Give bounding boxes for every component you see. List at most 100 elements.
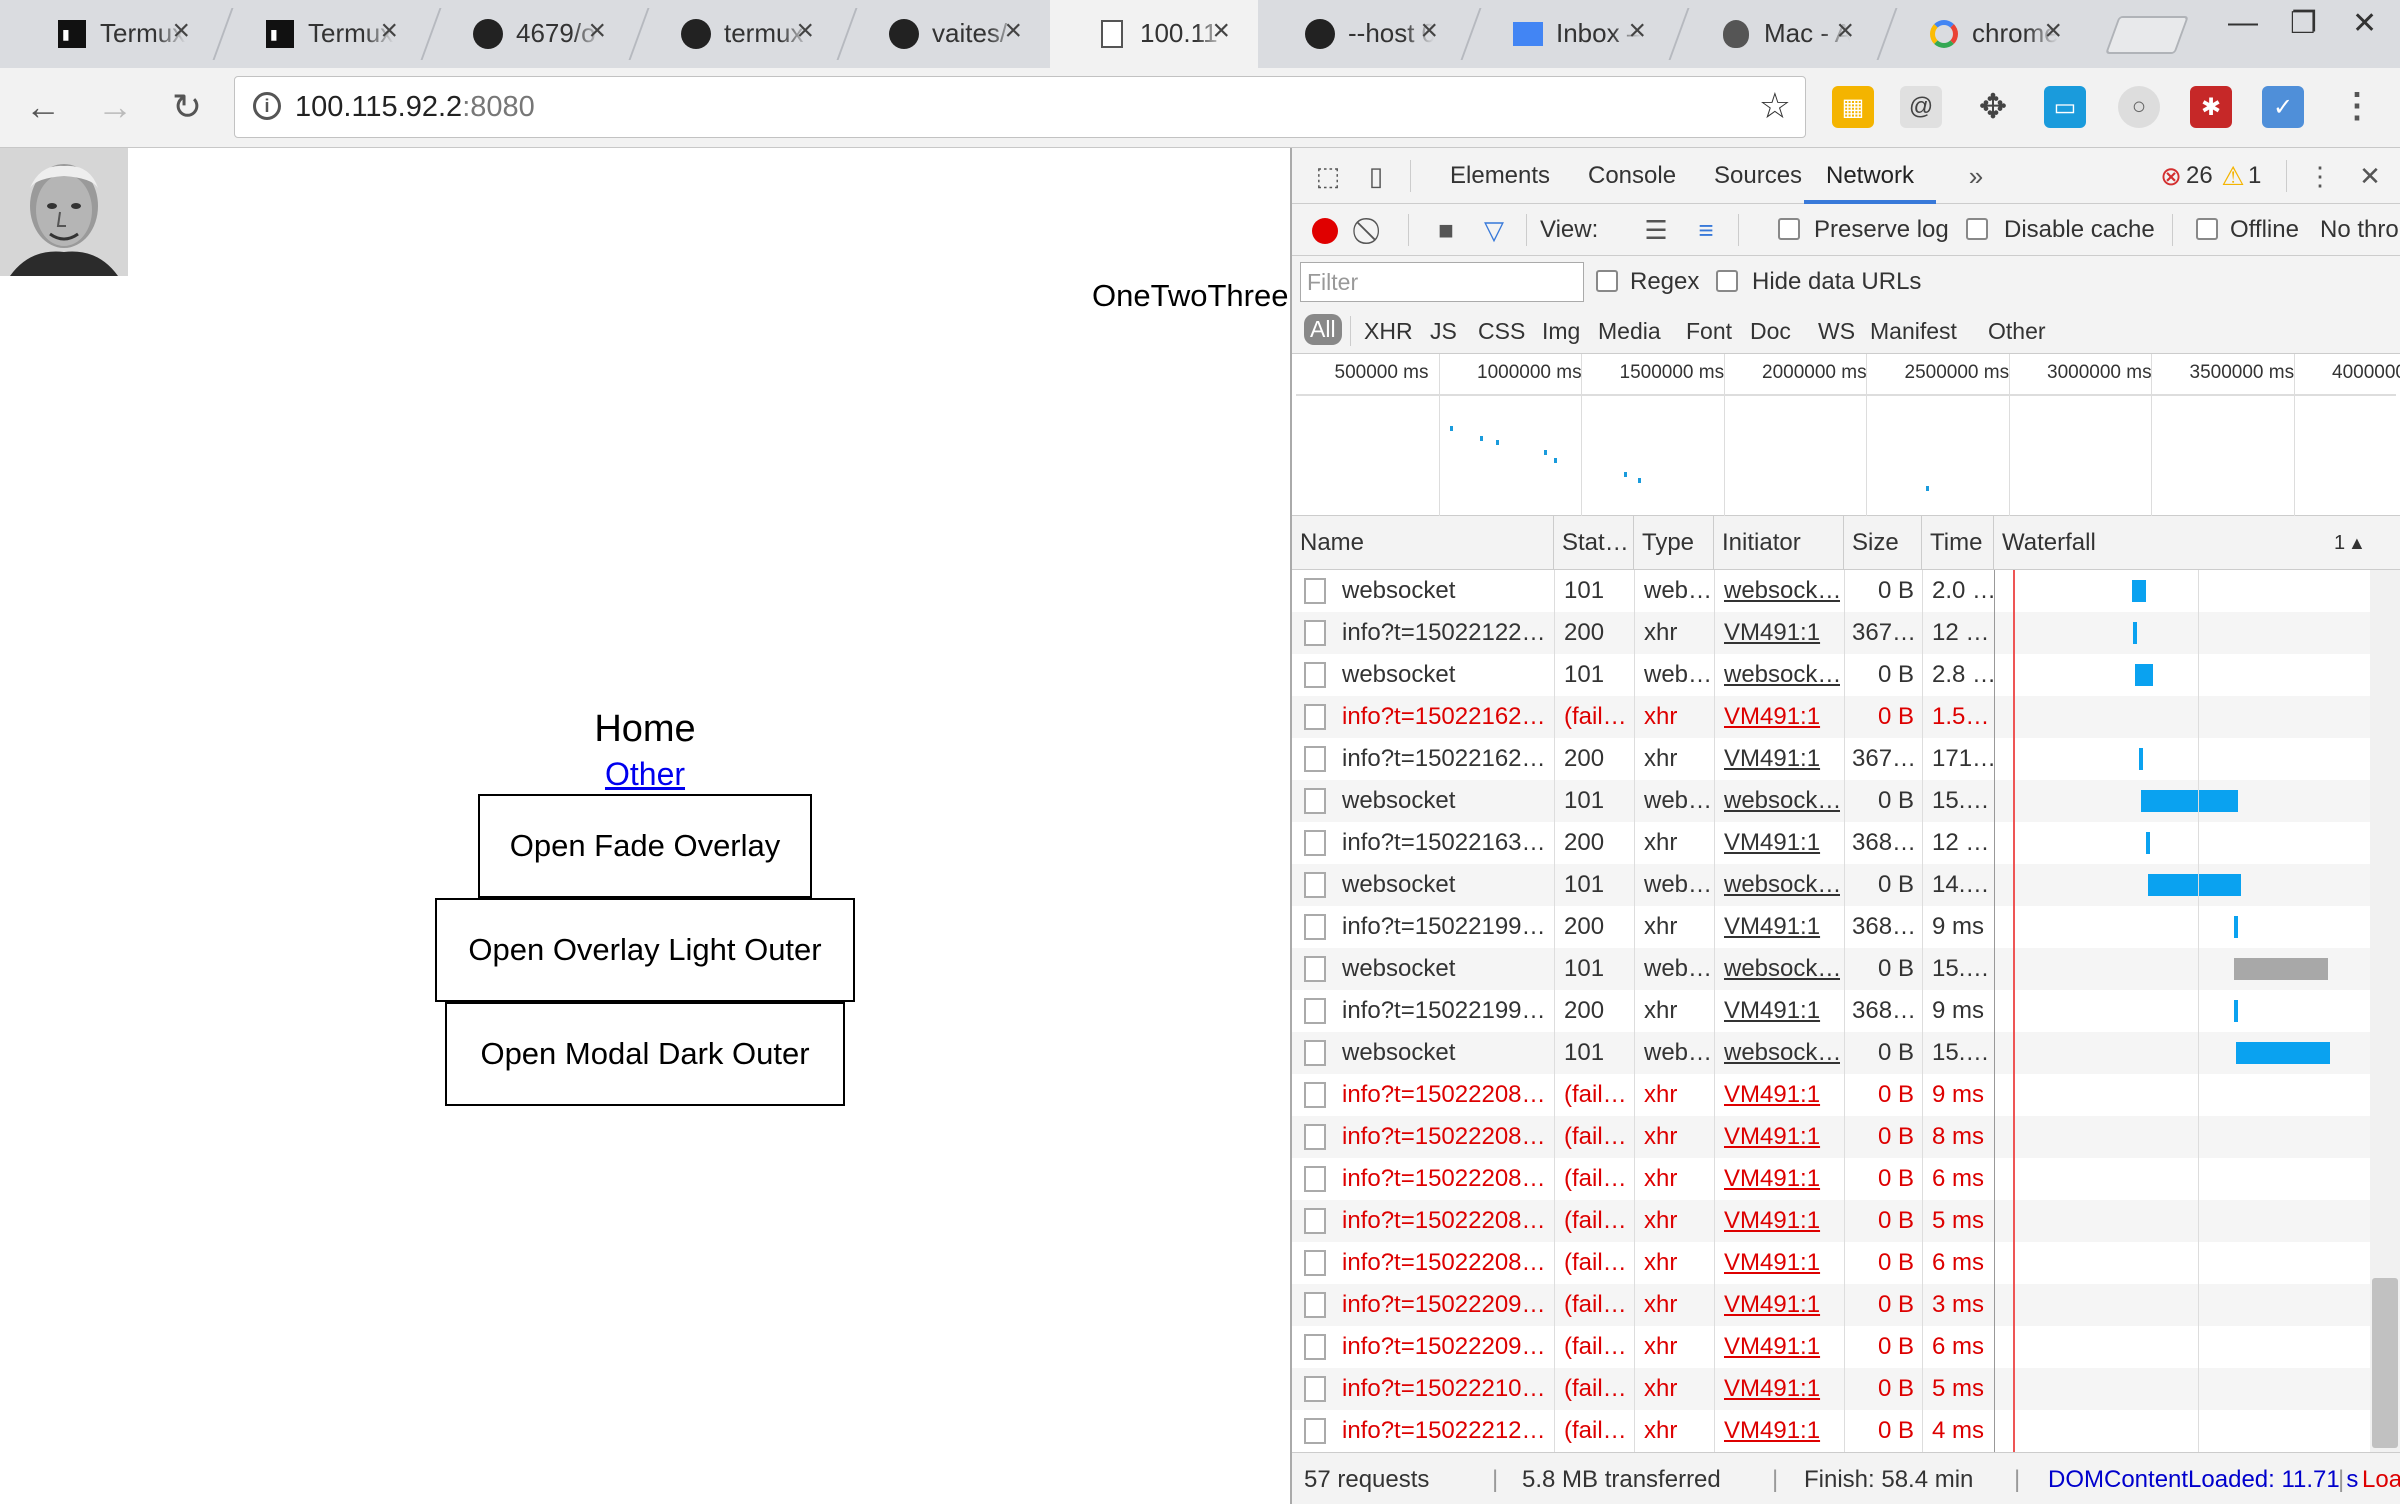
type-filter-all[interactable]: All — [1304, 314, 1342, 345]
tab-console[interactable]: Console — [1588, 148, 1676, 204]
more-tabs-icon[interactable]: » — [1960, 160, 1992, 192]
request-row[interactable]: info?t=15022209… (fail… xhr VM491:1 0 B 6 ms — [1292, 1326, 2400, 1368]
tab-sources[interactable]: Sources — [1714, 148, 1802, 204]
address-bar[interactable]: i 100.115.92.2:8080 ☆ — [234, 76, 1806, 138]
request-row[interactable]: info?t=15022209… (fail… xhr VM491:1 0 B 3 ms — [1292, 1284, 2400, 1326]
type-filter-js[interactable]: JS — [1430, 318, 1457, 345]
request-initiator[interactable]: VM491:1 — [1716, 696, 1840, 738]
close-tab-icon[interactable]: × — [1004, 14, 1022, 48]
type-filter-manifest[interactable]: Manifest — [1870, 318, 1957, 345]
column-size[interactable]: Size — [1844, 516, 1922, 570]
column-name[interactable]: Name — [1292, 516, 1554, 570]
request-initiator[interactable]: VM491:1 — [1716, 906, 1840, 948]
request-row[interactable]: info?t=15022212… (fail… xhr VM491:1 0 B 4 ms — [1292, 1410, 2400, 1452]
open-modal-dark-outer-button[interactable]: Open Modal Dark Outer — [445, 1002, 845, 1106]
request-initiator[interactable]: websock… — [1716, 1032, 1840, 1074]
request-row[interactable]: websocket 101 web… websock… 0 B 15.… — [1292, 948, 2400, 990]
sort-ascending-icon[interactable]: ▲ — [2348, 516, 2366, 570]
request-row[interactable]: info?t=15022199… 200 xhr VM491:1 368… 9 ms — [1292, 990, 2400, 1032]
record-icon[interactable] — [1312, 218, 1338, 244]
type-filter-doc[interactable]: Doc — [1750, 318, 1791, 345]
network-overview[interactable]: 500000 ms 1000000 ms 1500000 ms 2000000 ms 2… — [1292, 354, 2400, 516]
column-type[interactable]: Type — [1634, 516, 1714, 570]
request-row[interactable]: info?t=15022208… (fail… xhr VM491:1 0 B 6 ms — [1292, 1242, 2400, 1284]
request-initiator[interactable]: websock… — [1716, 570, 1840, 612]
tab-7[interactable]: Inbox – × — [1466, 0, 1674, 68]
close-tab-icon[interactable]: × — [380, 14, 398, 48]
tab-3[interactable]: termux × — [634, 0, 842, 68]
close-tab-icon[interactable]: × — [1628, 14, 1646, 48]
extension-grid-icon[interactable]: ▦ — [1832, 86, 1874, 128]
request-row[interactable]: websocket 101 web… websock… 0 B 15.… — [1292, 1032, 2400, 1074]
clear-icon[interactable]: ⃠ — [1356, 214, 1388, 246]
type-filter-font[interactable]: Font — [1686, 318, 1732, 345]
request-initiator[interactable]: VM491:1 — [1716, 1200, 1840, 1242]
info-icon[interactable]: i — [253, 92, 281, 120]
devtools-menu-icon[interactable]: ⋮ — [2304, 160, 2336, 192]
tab-0[interactable]: ▮ Termux × — [10, 0, 218, 68]
column-waterfall[interactable]: Waterfall 1 ▲ — [1994, 516, 2400, 570]
request-initiator[interactable]: VM491:1 — [1716, 612, 1840, 654]
close-devtools-icon[interactable]: ✕ — [2354, 160, 2386, 192]
request-initiator[interactable]: VM491:1 — [1716, 1368, 1840, 1410]
request-row[interactable]: info?t=15022162… 200 xhr VM491:1 367… 171… — [1292, 738, 2400, 780]
extension-search-icon[interactable]: ○ — [2118, 86, 2160, 128]
inspect-element-icon[interactable]: ⬚ — [1312, 160, 1344, 192]
filter-icon[interactable]: ▽ — [1478, 214, 1510, 246]
tab-6[interactable]: --host 0 × — [1258, 0, 1466, 68]
type-filter-img[interactable]: Img — [1542, 318, 1580, 345]
request-row[interactable]: info?t=15022208… (fail… xhr VM491:1 0 B 5 ms — [1292, 1200, 2400, 1242]
request-initiator[interactable]: VM491:1 — [1716, 1074, 1840, 1116]
request-initiator[interactable]: VM491:1 — [1716, 1242, 1840, 1284]
large-rows-icon[interactable]: ☰ — [1640, 214, 1672, 246]
error-icon[interactable]: ⊗ — [2158, 160, 2184, 192]
reload-button[interactable]: ↻ — [162, 82, 212, 132]
tab-5[interactable]: 100.11 × — [1050, 0, 1258, 68]
type-filter-media[interactable]: Media — [1598, 318, 1661, 345]
request-row[interactable]: websocket 101 web… websock… 0 B 2.0 … — [1292, 570, 2400, 612]
tab-1[interactable]: ▮ Termux × — [218, 0, 426, 68]
request-initiator[interactable]: VM491:1 — [1716, 1326, 1840, 1368]
type-filter-ws[interactable]: WS — [1818, 318, 1855, 345]
request-initiator[interactable]: websock… — [1716, 864, 1840, 906]
request-initiator[interactable]: VM491:1 — [1716, 1284, 1840, 1326]
request-initiator[interactable]: websock… — [1716, 948, 1840, 990]
extension-mail-icon[interactable]: @ — [1900, 86, 1942, 128]
disable-cache-checkbox[interactable] — [1966, 218, 1988, 240]
other-link[interactable]: Other — [0, 756, 1290, 793]
request-row[interactable]: info?t=15022199… 200 xhr VM491:1 368… 9 ms — [1292, 906, 2400, 948]
extension-window-icon[interactable]: ▭ — [2044, 86, 2086, 128]
close-tab-icon[interactable]: × — [1836, 14, 1854, 48]
request-initiator[interactable]: VM491:1 — [1716, 1158, 1840, 1200]
request-row[interactable]: websocket 101 web… websock… 0 B 2.8 … — [1292, 654, 2400, 696]
request-row[interactable]: info?t=15022208… (fail… xhr VM491:1 0 B 8 ms — [1292, 1116, 2400, 1158]
back-button[interactable]: ← — [18, 82, 68, 132]
request-row[interactable]: info?t=15022122… 200 xhr VM491:1 367… 12 … — [1292, 612, 2400, 654]
tab-9[interactable]: chrome × — [1882, 0, 2090, 68]
close-window-icon[interactable]: ✕ — [2352, 6, 2377, 41]
type-filter-xhr[interactable]: XHR — [1364, 318, 1413, 345]
forward-button[interactable]: → — [90, 82, 140, 132]
request-initiator[interactable]: VM491:1 — [1716, 738, 1840, 780]
request-row[interactable]: info?t=15022210… (fail… xhr VM491:1 0 B 5 ms — [1292, 1368, 2400, 1410]
new-tab-button[interactable] — [2105, 16, 2189, 54]
close-tab-icon[interactable]: × — [172, 14, 190, 48]
request-list-scrollbar[interactable] — [2370, 570, 2400, 1452]
request-initiator[interactable]: VM491:1 — [1716, 990, 1840, 1032]
warning-icon[interactable]: ⚠ — [2220, 160, 2246, 192]
extension-move-icon[interactable]: ✥ — [1972, 86, 2014, 128]
request-initiator[interactable]: VM491:1 — [1716, 1410, 1840, 1452]
regex-checkbox[interactable] — [1596, 270, 1618, 292]
column-time[interactable]: Time — [1922, 516, 1994, 570]
tab-8[interactable]: Mac - A × — [1674, 0, 1882, 68]
tab-2[interactable]: 4679/o × — [426, 0, 634, 68]
offline-checkbox[interactable] — [2196, 218, 2218, 240]
request-row[interactable]: info?t=15022163… 200 xhr VM491:1 368… 12 … — [1292, 822, 2400, 864]
close-tab-icon[interactable]: × — [796, 14, 814, 48]
minimize-icon[interactable]: — — [2228, 6, 2258, 40]
request-row[interactable]: info?t=15022162… (fail… xhr VM491:1 0 B 1.5… — [1292, 696, 2400, 738]
tab-4[interactable]: vaites/× — [842, 0, 1050, 68]
request-initiator[interactable]: VM491:1 — [1716, 822, 1840, 864]
overview-icon[interactable]: ≡ — [1690, 214, 1722, 246]
extension-check-icon[interactable]: ✓ — [2262, 86, 2304, 128]
